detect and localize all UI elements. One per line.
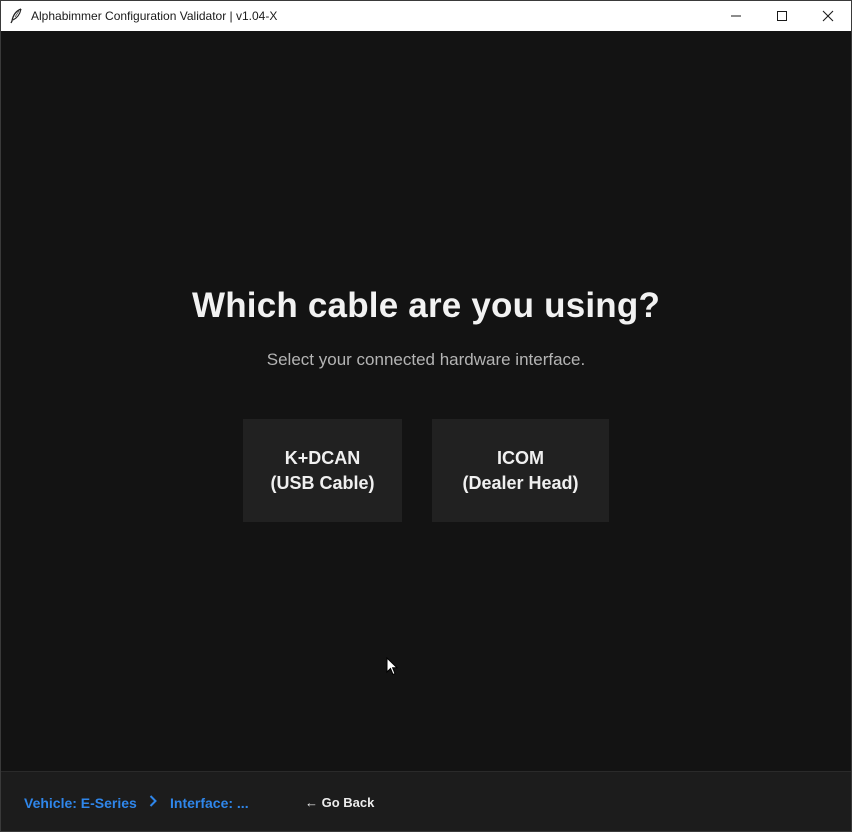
close-button[interactable] [805, 1, 851, 31]
minimize-icon [731, 15, 741, 17]
breadcrumb-vehicle[interactable]: Vehicle: E-Series [24, 795, 137, 811]
title-bar[interactable]: Alphabimmer Configuration Validator | v1… [1, 1, 851, 31]
icom-option-button[interactable]: ICOM (Dealer Head) [432, 419, 609, 522]
mouse-cursor-icon [386, 656, 399, 681]
go-back-button[interactable]: ← Go Back [305, 795, 374, 810]
maximize-button[interactable] [759, 1, 805, 31]
option-label-line1: ICOM [497, 447, 544, 468]
page-subtitle: Select your connected hardware interface… [266, 350, 586, 369]
kdcan-option-button[interactable]: K+DCAN (USB Cable) [243, 419, 402, 522]
app-window: Alphabimmer Configuration Validator | v1… [0, 0, 852, 832]
breadcrumb-interface[interactable]: Interface: ... [170, 795, 249, 811]
option-label-line2: (Dealer Head) [462, 472, 579, 493]
main-content: Which cable are you using? Select your c… [1, 31, 851, 771]
window-title: Alphabimmer Configuration Validator | v1… [31, 9, 278, 23]
chevron-right-icon [148, 794, 158, 813]
feather-icon [1, 1, 31, 31]
maximize-icon [777, 11, 787, 21]
page-title: Which cable are you using? [191, 286, 661, 325]
close-icon [822, 10, 834, 22]
window-controls [713, 1, 851, 31]
option-label-line1: K+DCAN [284, 447, 361, 468]
option-label-line2: (USB Cable) [270, 472, 375, 493]
footer-bar: Vehicle: E-Series Interface: ... ← Go Ba… [1, 771, 851, 831]
minimize-button[interactable] [713, 1, 759, 31]
